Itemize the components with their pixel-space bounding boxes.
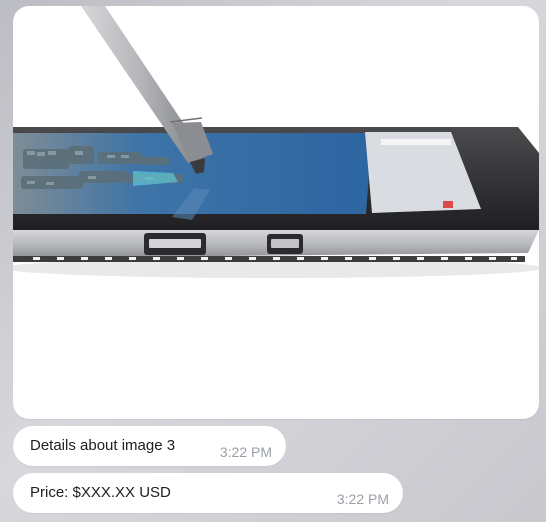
message-bubble-price[interactable]: Price: $XXX.XX USD 3:22 PM xyxy=(13,473,403,513)
message-timestamp-details: 3:22 PM xyxy=(219,444,272,460)
message-timestamp-price: 3:22 PM xyxy=(336,491,389,507)
tablet-with-stylus-image[interactable] xyxy=(13,6,539,419)
message-text-price: Price: $XXX.XX USD xyxy=(30,484,171,501)
message-bubble-details[interactable]: Details about image 3 3:22 PM xyxy=(13,426,286,466)
image-message-bubble[interactable] xyxy=(13,6,539,419)
message-text-details: Details about image 3 xyxy=(30,437,176,454)
chat-message-list: Details about image 3 3:22 PM Price: $XX… xyxy=(0,0,546,522)
